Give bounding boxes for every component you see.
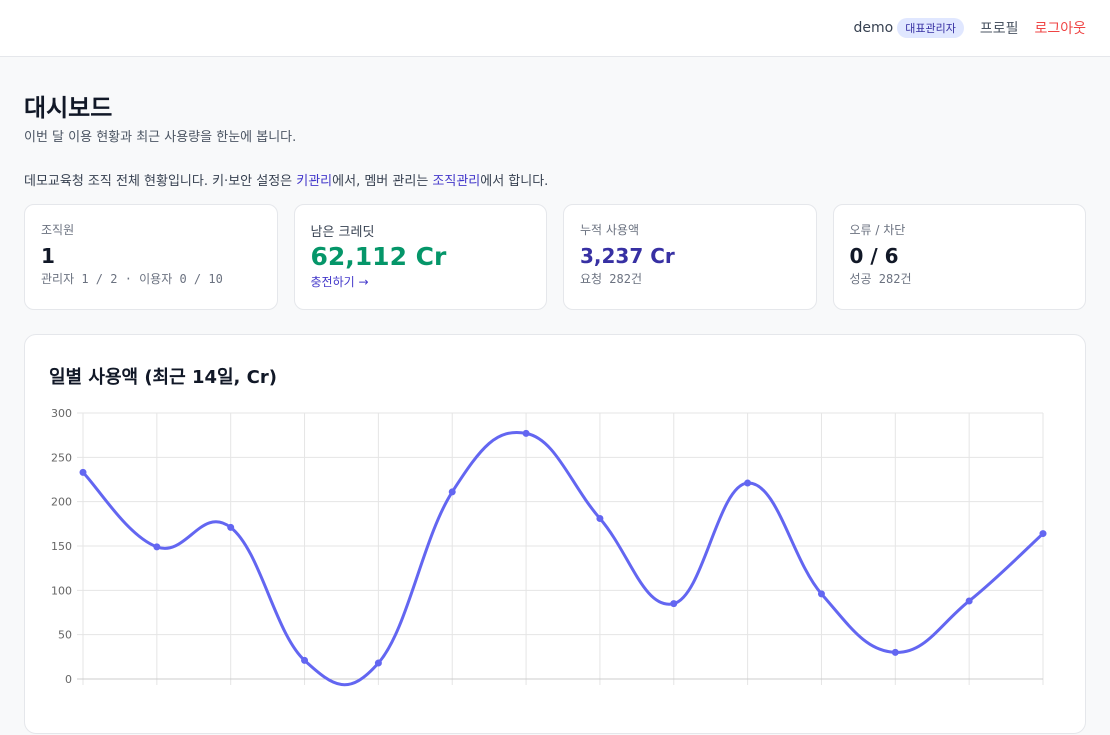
errors-value: 0 / 6: [849, 244, 899, 268]
y-tick-label: 0: [65, 673, 72, 686]
daily-usage-chart: 0 50 100 150 200 250 300: [51, 407, 1047, 687]
recharge-link[interactable]: 충전하기 →: [311, 273, 369, 290]
data-point: [153, 543, 161, 551]
errors-detail: 성공 282건: [849, 272, 912, 286]
username: demo: [853, 20, 894, 36]
usage-series-line: [81, 431, 1045, 687]
key-management-link[interactable]: 키관리: [296, 174, 332, 189]
y-tick-label: 250: [51, 451, 72, 464]
data-point: [596, 515, 604, 523]
data-point: [1039, 530, 1047, 538]
usage-label: 누적 사용액: [580, 223, 640, 237]
data-point: [374, 659, 382, 667]
credits-card: 남은 크레딧 62,112 Cr 충전하기 →: [293, 204, 547, 310]
logout-link[interactable]: 로그아웃: [1034, 18, 1086, 38]
stat-cards: 조직원 1 관리자 1 / 2 · 이용자 0 / 10 남은 크레딧 62,1…: [24, 204, 1086, 310]
data-point: [891, 648, 899, 656]
data-point: [817, 590, 825, 598]
data-point: [670, 600, 678, 608]
notice-text-3: 에서 합니다.: [480, 174, 549, 189]
org-management-link[interactable]: 조직관리: [432, 174, 480, 189]
data-point: [448, 488, 456, 496]
errors-label: 오류 / 차단: [849, 223, 906, 237]
notice-text-2: 에서, 멤버 관리는: [332, 174, 433, 189]
user-menu: demo 대표관리자 프로필 로그아웃: [854, 18, 1086, 38]
page-title: 대시보드: [24, 94, 113, 122]
usage-value: 3,237 Cr: [580, 244, 675, 268]
role-badge: 대표관리자: [897, 18, 964, 38]
daily-usage-chart-card: 일별 사용액 (최근 14일, Cr) 0 50 100 150 200 250 300: [24, 334, 1086, 734]
errors-card: 오류 / 차단 0 / 6 성공 282건: [832, 204, 1086, 310]
data-point: [79, 468, 87, 476]
y-tick-label: 50: [58, 629, 72, 642]
y-tick-label: 150: [51, 540, 72, 553]
usage-card: 누적 사용액 3,237 Cr 요청 282건: [563, 204, 817, 310]
usage-detail: 요청 282건: [580, 272, 643, 286]
org-notice: 데모교육청 조직 전체 현황입니다. 키·보안 설정은 키관리에서, 멤버 관리…: [24, 170, 548, 189]
data-point: [965, 597, 973, 605]
user-info: demo 대표관리자: [854, 18, 964, 38]
members-detail: 관리자 1 / 2 · 이용자 0 / 10: [41, 272, 223, 286]
members-value: 1: [41, 244, 55, 268]
notice-text-1: 데모교육청 조직 전체 현황입니다. 키·보안 설정은: [24, 174, 297, 189]
top-bar: demo 대표관리자 프로필 로그아웃: [0, 0, 1110, 57]
page-subtitle: 이번 달 이용 현황과 최근 사용량을 한눈에 봅니다.: [24, 130, 297, 145]
data-point: [301, 656, 309, 664]
members-label: 조직원: [41, 223, 75, 237]
y-tick-label: 300: [51, 407, 72, 420]
y-tick-label: 200: [51, 496, 72, 509]
members-card: 조직원 1 관리자 1 / 2 · 이용자 0 / 10: [24, 204, 278, 310]
credits-label: 남은 크레딧: [310, 225, 375, 240]
data-point: [227, 523, 235, 531]
credits-value: 62,112 Cr: [310, 242, 447, 271]
data-point: [522, 429, 530, 437]
y-tick-label: 100: [51, 584, 72, 597]
profile-link[interactable]: 프로필: [980, 18, 1019, 38]
data-point: [744, 479, 752, 487]
